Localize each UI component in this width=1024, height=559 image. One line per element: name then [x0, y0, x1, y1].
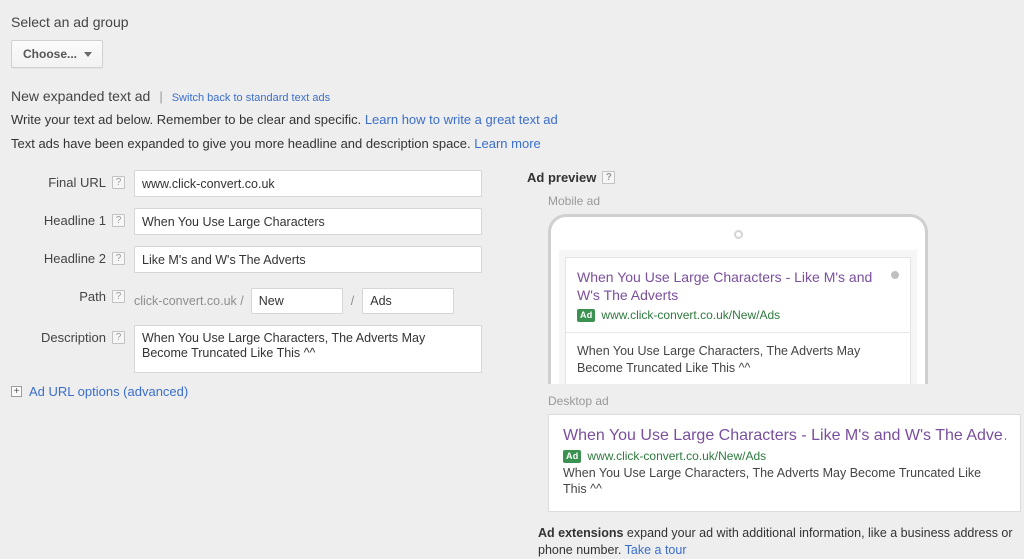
write-ad-instruction-text: Write your text ad below. Remember to be… — [11, 112, 362, 127]
choose-ad-group-button[interactable]: Choose... — [11, 40, 104, 68]
ad-extensions-note: Ad extensions expand your ad with additi… — [538, 525, 1018, 559]
desktop-ad-headline[interactable]: When You Use Large Characters - Like M's… — [563, 426, 1006, 445]
info-dot-icon[interactable] — [891, 271, 899, 279]
description-label: Description — [40, 330, 106, 345]
mobile-ad-card: When You Use Large Characters - Like M's… — [565, 257, 911, 384]
help-icon[interactable]: ? — [112, 214, 125, 227]
headline-1-input[interactable] — [134, 208, 482, 235]
path-label: Path — [79, 289, 106, 304]
choose-button-label: Choose... — [23, 47, 78, 61]
headline-2-input[interactable] — [134, 246, 482, 273]
help-icon[interactable]: ? — [112, 252, 125, 265]
help-icon[interactable]: ? — [112, 176, 125, 189]
path-domain-prefix: click-convert.co.uk / — [134, 294, 244, 308]
mobile-phone-preview: When You Use Large Characters - Like M's… — [548, 214, 928, 384]
new-expanded-text-ad-title: New expanded text ad — [11, 88, 151, 104]
take-a-tour-link[interactable]: Take a tour — [625, 543, 687, 557]
phone-camera-icon — [733, 230, 743, 239]
headline-1-row: Headline 1 ? — [0, 208, 516, 235]
path-fields: click-convert.co.uk / / — [134, 284, 455, 314]
desktop-ad-display-url: www.click-convert.co.uk/New/Ads — [587, 449, 767, 463]
headline-2-row: Headline 2 ? — [0, 246, 516, 273]
select-ad-group-title: Select an ad group — [11, 14, 129, 30]
path-row: Path ? click-convert.co.uk / / — [0, 284, 516, 314]
ad-url-options-link[interactable]: Ad URL options (advanced) — [29, 384, 188, 399]
path-1-input[interactable] — [250, 288, 343, 314]
ad-preview-header: Ad preview ? — [527, 170, 1024, 185]
ad-badge: Ad — [563, 449, 582, 463]
ad-form: Final URL ? Headline 1 ? Headline 2 ? Pa… — [0, 170, 516, 559]
mobile-ad-headline[interactable]: When You Use Large Characters - Like M's… — [577, 268, 881, 304]
learn-more-link[interactable]: Learn more — [474, 136, 540, 151]
description-row: Description ? When You Use Large Charact… — [0, 325, 516, 373]
ad-badge: Ad — [577, 308, 596, 322]
expanded-ads-info-line: Text ads have been expanded to give you … — [11, 135, 1024, 152]
path-separator: / — [350, 294, 355, 308]
page-header: Select an ad group Choose... New expande… — [0, 0, 1024, 152]
headline-1-label: Headline 1 — [43, 213, 106, 228]
final-url-input[interactable] — [134, 170, 482, 197]
chevron-down-icon — [84, 51, 93, 57]
headline-2-label: Headline 2 — [43, 251, 106, 266]
description-textarea[interactable]: When You Use Large Characters, The Adver… — [134, 325, 482, 373]
desktop-ad-card: When You Use Large Characters - Like M's… — [548, 414, 1021, 512]
ad-preview-panel: Ad preview ? Mobile ad When You Use Larg… — [516, 170, 1024, 559]
mobile-ad-description: When You Use Large Characters, The Adver… — [577, 344, 861, 375]
mobile-card-divider — [566, 332, 910, 333]
help-icon[interactable]: ? — [602, 171, 616, 184]
ad-extensions-bold-label: Ad extensions — [538, 526, 624, 540]
path-2-input[interactable] — [362, 288, 455, 314]
phone-screen: When You Use Large Characters - Like M's… — [559, 250, 917, 384]
final-url-label: Final URL — [48, 175, 106, 190]
desktop-ad-label: Desktop ad — [548, 394, 609, 408]
desktop-ad-url-line: Ad www.click-convert.co.uk/New/Ads — [563, 449, 1006, 463]
desktop-ad-description: When You Use Large Characters, The Adver… — [563, 466, 982, 496]
mobile-ad-label: Mobile ad — [548, 194, 601, 208]
new-ad-heading-row: New expanded text ad | Switch back to st… — [11, 88, 1024, 104]
main-columns: Final URL ? Headline 1 ? Headline 2 ? Pa… — [0, 170, 1024, 559]
learn-how-to-write-link[interactable]: Learn how to write a great text ad — [365, 112, 558, 127]
final-url-row: Final URL ? — [0, 170, 516, 197]
ad-url-options-row[interactable]: + Ad URL options (advanced) — [11, 384, 516, 399]
help-icon[interactable]: ? — [112, 290, 125, 303]
mobile-ad-url-line: Ad www.click-convert.co.uk/New/Ads — [577, 308, 899, 322]
mobile-ad-display-url: www.click-convert.co.uk/New/Ads — [601, 308, 781, 322]
ad-preview-title: Ad preview — [527, 170, 597, 185]
switch-back-to-standard-text-ads-link[interactable]: Switch back to standard text ads — [172, 92, 330, 104]
heading-divider: | — [159, 89, 163, 104]
expand-plus-icon[interactable]: + — [11, 386, 22, 397]
phone-frame: When You Use Large Characters - Like M's… — [548, 214, 928, 384]
write-ad-instruction-line: Write your text ad below. Remember to be… — [11, 111, 1024, 128]
expanded-ads-info-text: Text ads have been expanded to give you … — [11, 136, 471, 151]
help-icon[interactable]: ? — [112, 331, 125, 344]
